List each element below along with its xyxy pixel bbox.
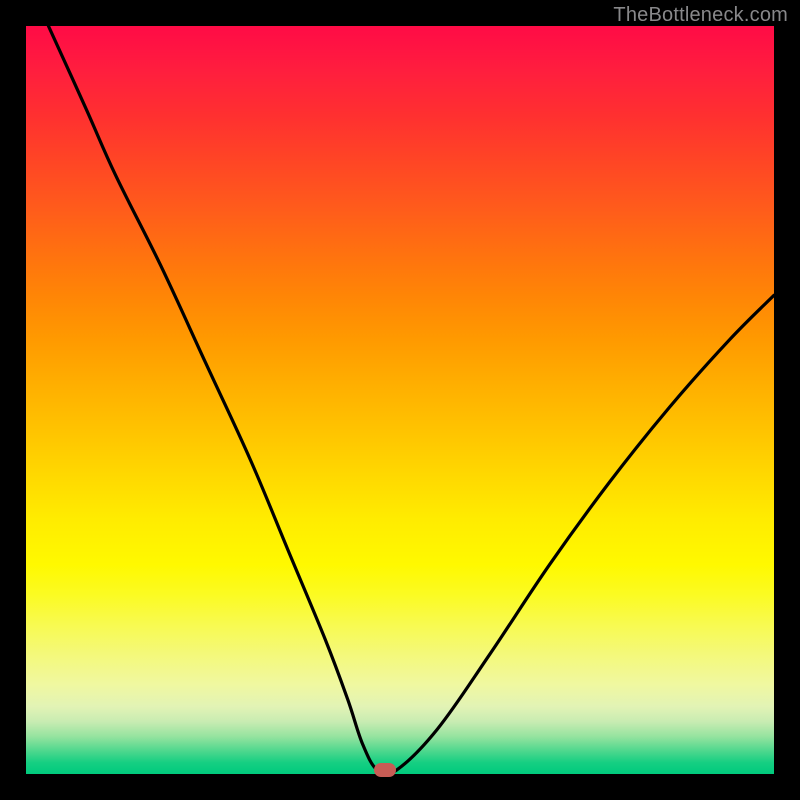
watermark-text: TheBottleneck.com [613,4,788,27]
chart-plot-area [26,26,774,774]
optimal-point-marker [374,763,396,777]
bottleneck-curve [26,26,774,774]
